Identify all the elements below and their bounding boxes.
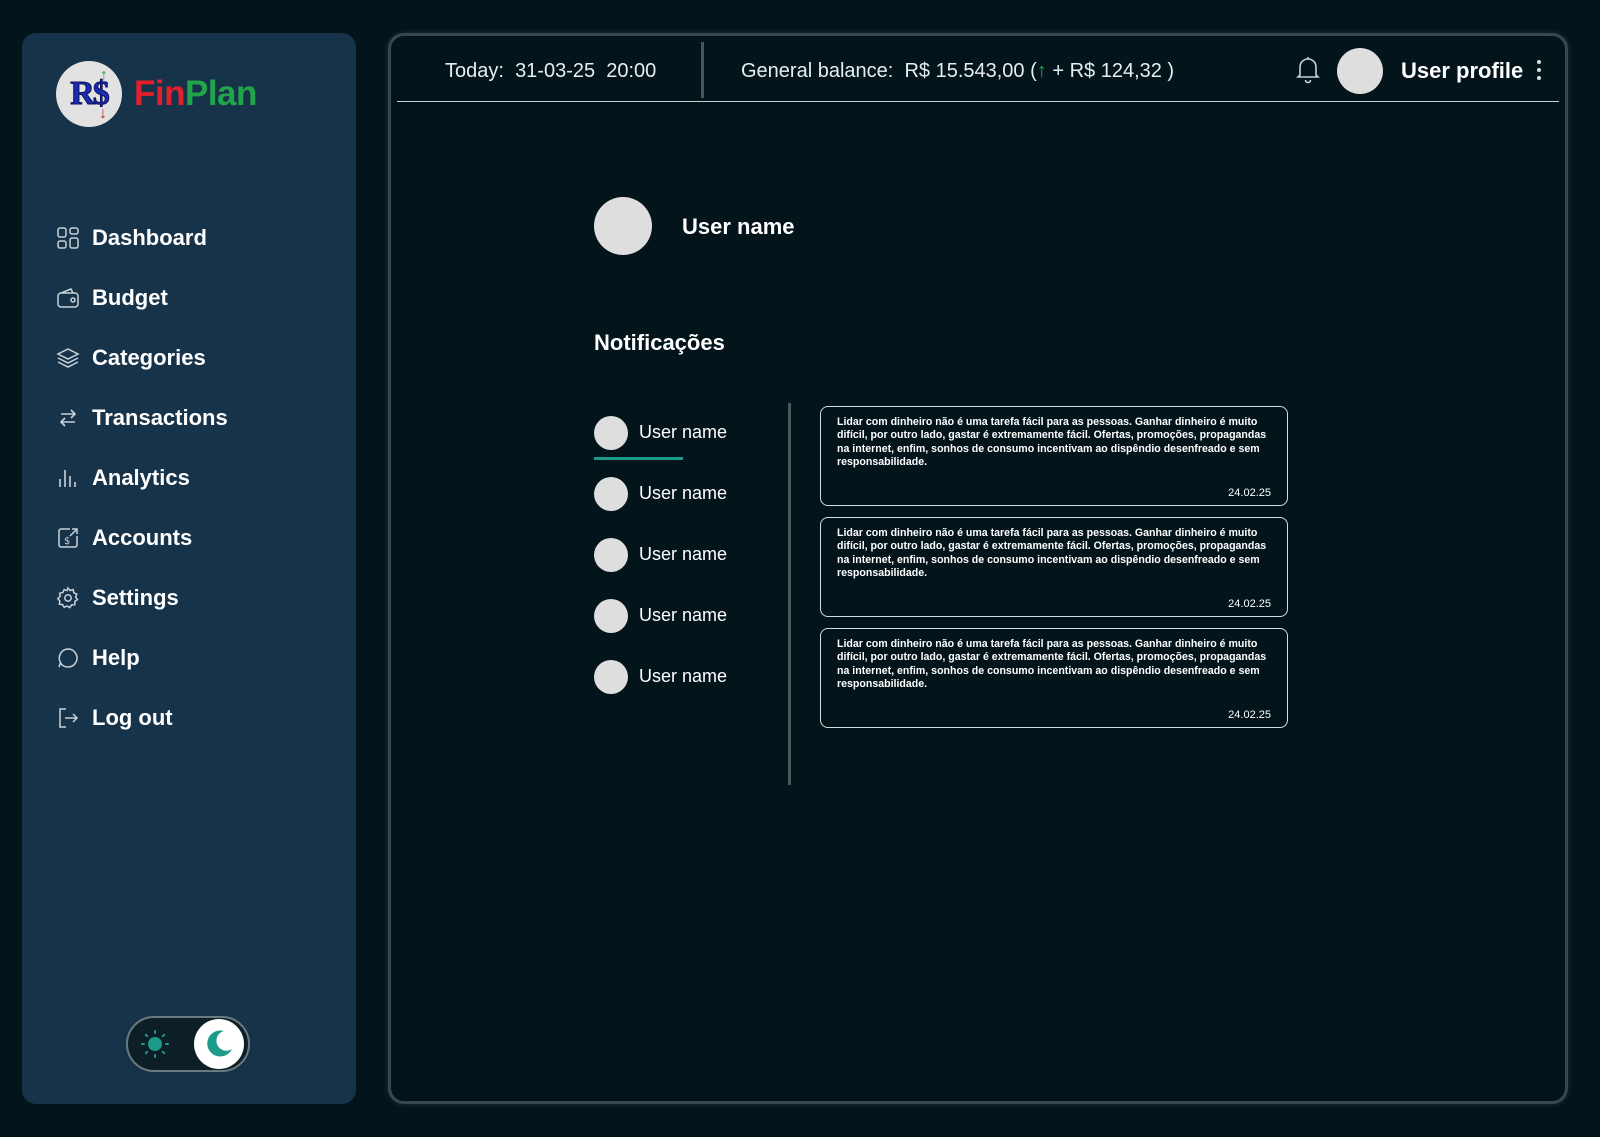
more-options-icon[interactable] (1535, 58, 1543, 82)
arrow-up-icon: ↑ (1036, 60, 1047, 82)
list-item[interactable]: User name (594, 402, 727, 463)
list-item-name: User name (639, 483, 728, 503)
top-bar: Today: 31-03-25 20:00 General balance: R… (397, 38, 1559, 102)
arrow-up-icon: ↑ (100, 67, 108, 84)
sidebar-item-label: Help (92, 645, 140, 670)
today-time: 20:00 (606, 60, 657, 82)
balance-label: General balance: (741, 60, 894, 82)
notifications-title: Notificações (594, 330, 725, 355)
brand-name-first: Fin (134, 74, 185, 113)
list-item[interactable]: User name (594, 524, 727, 585)
today-indicator: Today: 31-03-25 20:00 (445, 60, 656, 83)
notification-text: Lidar com dinheiro não é uma tarefa fáci… (837, 638, 1267, 691)
layers-icon (56, 346, 80, 370)
list-item[interactable]: User name (594, 585, 727, 646)
notification-text: Lidar com dinheiro não é uma tarefa fáci… (837, 527, 1267, 580)
gear-icon (56, 586, 80, 610)
accounts-icon: $ (56, 526, 80, 550)
app-logo[interactable]: R$ ↑ ↓ FinPlan (56, 61, 257, 127)
sidebar-item-label: Dashboard (92, 225, 207, 250)
sidebar-item-budget[interactable]: Budget (56, 268, 228, 328)
brand-name: FinPlan (134, 74, 257, 114)
sidebar-item-label: Budget (92, 285, 168, 310)
sidebar-item-label: Categories (92, 345, 206, 370)
brand-name-second: Plan (184, 74, 257, 113)
sidebar: R$ ↑ ↓ FinPlan Dashboard Budget Categori… (22, 33, 356, 1104)
today-date: 31-03-25 (515, 60, 596, 82)
avatar[interactable] (1337, 48, 1383, 94)
avatar (594, 415, 628, 450)
notification-date: 24.02.25 (1228, 487, 1271, 499)
avatar (594, 476, 628, 511)
svg-text:$: $ (64, 536, 70, 547)
notification-date: 24.02.25 (1228, 709, 1271, 721)
sidebar-item-label: Log out (92, 705, 173, 730)
wallet-icon (56, 286, 80, 310)
sidebar-item-label: Accounts (92, 525, 193, 550)
topbar-divider (701, 42, 704, 98)
list-item-name: User name (639, 605, 728, 625)
sidebar-item-analytics[interactable]: Analytics (56, 448, 228, 508)
logout-icon (56, 706, 80, 730)
notification-card[interactable]: Lidar com dinheiro não é uma tarefa fáci… (820, 406, 1288, 506)
avatar (594, 659, 628, 694)
notification-user-list: User name User name User name User name … (594, 402, 727, 707)
theme-toggle[interactable] (126, 1016, 250, 1072)
list-item-name: User name (639, 666, 728, 686)
sidebar-item-transactions[interactable]: Transactions (56, 388, 228, 448)
sun-icon (128, 1017, 182, 1071)
sidebar-item-label: Analytics (92, 465, 190, 490)
sidebar-nav: Dashboard Budget Categories Transactions… (56, 208, 228, 748)
sidebar-item-help[interactable]: Help (56, 628, 228, 688)
moon-icon (194, 1019, 244, 1069)
balance-value: R$ 15.543,00 (904, 60, 1025, 82)
list-item-name: User name (639, 544, 728, 564)
balance-change: + R$ 124,32 (1052, 60, 1162, 82)
notification-card[interactable]: Lidar com dinheiro não é uma tarefa fáci… (820, 628, 1288, 728)
sidebar-item-label: Settings (92, 585, 179, 610)
dashboard-icon (56, 226, 80, 250)
list-divider (788, 403, 791, 785)
sidebar-item-logout[interactable]: Log out (56, 688, 228, 748)
sidebar-item-accounts[interactable]: $ Accounts (56, 508, 228, 568)
list-item[interactable]: User name (594, 646, 727, 707)
main-panel: Today: 31-03-25 20:00 General balance: R… (388, 33, 1568, 1104)
user-profile-link[interactable]: User profile (1401, 58, 1523, 84)
list-item[interactable]: User name (594, 463, 727, 524)
bar-chart-icon (56, 466, 80, 490)
sidebar-item-settings[interactable]: Settings (56, 568, 228, 628)
bell-icon[interactable] (1295, 54, 1321, 84)
notification-card[interactable]: Lidar com dinheiro não é uma tarefa fáci… (820, 517, 1288, 617)
sidebar-item-label: Transactions (92, 405, 228, 430)
notification-text: Lidar com dinheiro não é uma tarefa fáci… (837, 416, 1267, 469)
list-item-name: User name (639, 422, 728, 442)
arrow-down-icon: ↓ (99, 105, 107, 122)
avatar (594, 598, 628, 633)
general-balance: General balance: R$ 15.543,00 (↑ + R$ 12… (741, 60, 1175, 82)
logo-badge: R$ ↑ ↓ (56, 61, 122, 127)
profile-user-name: User name (682, 214, 795, 239)
sidebar-item-categories[interactable]: Categories (56, 328, 228, 388)
today-label: Today: (445, 60, 504, 82)
notification-messages: Lidar com dinheiro não é uma tarefa fáci… (820, 406, 1288, 739)
transfer-arrows-icon (56, 406, 80, 430)
sidebar-item-dashboard[interactable]: Dashboard (56, 208, 228, 268)
notification-date: 24.02.25 (1228, 598, 1271, 610)
profile-avatar (594, 197, 652, 255)
chat-bubble-icon (56, 646, 80, 670)
avatar (594, 537, 628, 572)
